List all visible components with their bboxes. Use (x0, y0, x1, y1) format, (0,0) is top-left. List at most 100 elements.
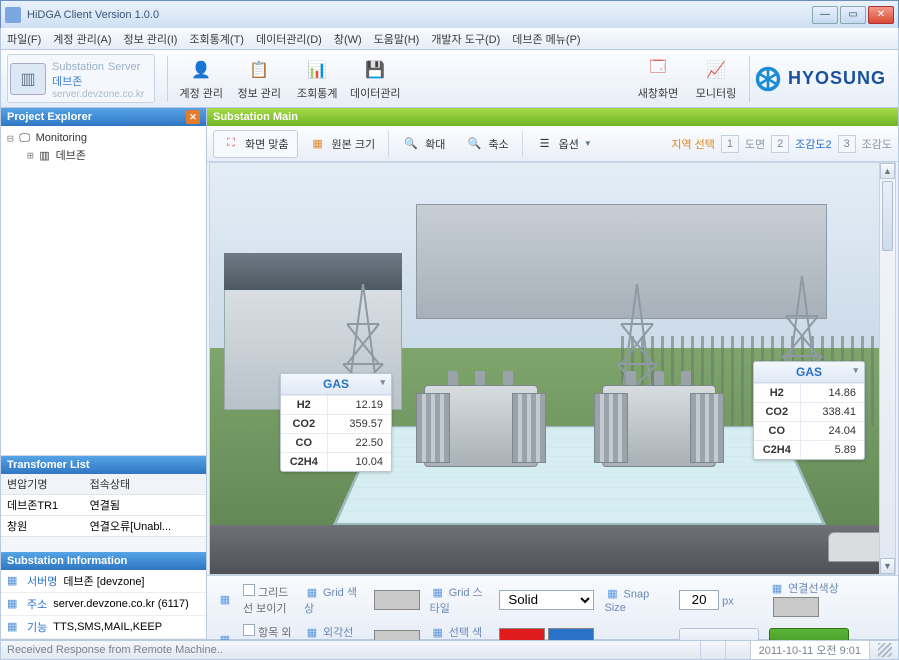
gas-panel-title: GAS (281, 374, 391, 395)
scroll-thumb[interactable] (882, 181, 893, 251)
transformer-list-header: Transfomer List (1, 456, 206, 474)
gas-row: H212.19 (281, 396, 391, 415)
status-seg (725, 641, 742, 659)
menu-file[interactable]: 파일(F) (7, 31, 41, 47)
toolbar-account-label: 계정 관리 (179, 85, 223, 101)
view-3-button[interactable]: 3 (838, 135, 856, 153)
table-row[interactable]: 데브존TR1 연결됨 (1, 495, 206, 516)
col-name: 변압기명 (1, 474, 84, 495)
table-row[interactable]: 창원 연결오류[Unabl... (1, 516, 206, 537)
substation-badge[interactable]: ▥ Substation Server 데브존 server.devzone.c… (7, 54, 155, 103)
menu-window[interactable]: 창(W) (334, 31, 362, 47)
menubar: 파일(F) 계정 관리(A) 정보 관리(I) 조회통계(T) 데이터관리(D)… (0, 28, 899, 50)
canvas-options-panel: ▦ 그리드 선 보이기 ▦ Grid 색상 ▦ Grid 스타일 Solid ▦… (207, 575, 898, 639)
table-header-row: 변압기명 접속상태 (1, 474, 206, 495)
toolbar-stats-label: 조회통계 (297, 85, 337, 101)
toolbar-account-button[interactable]: 👤 계정 관리 (172, 53, 230, 105)
monitor-icon: 📈 (702, 57, 730, 83)
badge-subtitle: Server (108, 61, 140, 73)
transformer-unit[interactable] (594, 367, 724, 467)
app-icon (5, 7, 21, 23)
substation-canvas[interactable]: GAS H212.19 CO2359.57 CO22.50 C2H410.04 … (209, 162, 896, 575)
grid-lines-checkbox[interactable] (243, 584, 255, 596)
toolbar-monitoring-button[interactable]: 📈 모니터링 (687, 53, 745, 105)
gas-row: CO2359.57 (281, 415, 391, 434)
info-icon: 📋 (245, 57, 273, 83)
substation-info-header: Substation Information (1, 552, 206, 570)
menu-data[interactable]: 데이터관리(D) (256, 31, 322, 47)
view-2-button[interactable]: 2 (771, 135, 789, 153)
substation-info: ▦ 서버명 데브존 [devzone] ▦ 주소 server.devzone.… (1, 570, 206, 639)
info-row-features: ▦ 기능 TTS,SMS,MAIL,KEEP (1, 616, 206, 639)
view-toolbar: ⛶ 화면 맞춤 ▦ 원본 크기 🔍 확대 🔍 축소 ☰ 옵션 ▼ (207, 126, 898, 162)
close-button[interactable]: ✕ (868, 6, 894, 24)
menu-account[interactable]: 계정 관리(A) (53, 31, 111, 47)
menu-help[interactable]: 도움말(H) (374, 31, 420, 47)
resize-grip[interactable] (878, 643, 892, 657)
view-1-button[interactable]: 1 (721, 135, 739, 153)
server-icon: ▥ (10, 63, 46, 95)
menu-info[interactable]: 정보 관리(I) (124, 31, 178, 47)
link-color-swatch[interactable] (773, 597, 819, 617)
toolbar-info-button[interactable]: 📋 정보 관리 (230, 53, 288, 105)
panel-close-button[interactable]: ✕ (186, 110, 200, 124)
menu-devzone[interactable]: 데브존 메뉴(P) (512, 31, 580, 47)
opt-icon: ▦ (430, 584, 446, 600)
options-icon: ☰ (536, 135, 554, 153)
gas-panel-title: GAS (754, 362, 864, 383)
address-icon: ▦ (7, 597, 21, 611)
transformer-unit[interactable] (416, 367, 546, 467)
left-sidebar: Project Explorer ✕ ⊟ 🖵 Monitoring ⊞ ▥ 데브… (1, 108, 207, 639)
zoom-out-icon: 🔍 (465, 135, 483, 153)
view-selector: 지역 선택 1 도면 2 조감도2 3 조감도 (671, 135, 892, 153)
main-header-title: Substation Main (213, 111, 298, 123)
project-explorer-title: Project Explorer (7, 111, 92, 123)
view-2-label[interactable]: 조감도2 (795, 136, 831, 152)
project-explorer-header: Project Explorer ✕ (1, 108, 206, 126)
info-row-address: ▦ 주소 server.devzone.co.kr (6117) (1, 593, 206, 616)
tree-root[interactable]: ⊟ 🖵 Monitoring (5, 130, 202, 146)
opt-icon: ▦ (304, 584, 320, 600)
zoom-in-icon: 🔍 (402, 135, 420, 153)
tree-child[interactable]: ⊞ ▥ 데브존 (5, 146, 202, 164)
brand-text: HYOSUNG (788, 68, 886, 89)
substation-info-title: Substation Information (7, 555, 127, 567)
menu-devtools[interactable]: 개발자 도구(D) (431, 31, 500, 47)
window-title: HiDGA Client Version 1.0.0 (27, 9, 812, 21)
substation-node-icon: ▥ (38, 148, 52, 162)
collapse-icon[interactable]: ⊟ (7, 132, 14, 145)
zoom-out-button[interactable]: 🔍 축소 (456, 130, 517, 158)
snap-size-input[interactable] (679, 590, 719, 610)
status-seg (700, 641, 717, 659)
toolbar-data-button[interactable]: 💾 데이터관리 (346, 53, 404, 105)
tree-child-label: 데브존 (56, 147, 86, 163)
zoom-in-button[interactable]: 🔍 확대 (393, 130, 454, 158)
grid-color-swatch[interactable] (374, 590, 420, 610)
maximize-button[interactable]: ▭ (840, 6, 866, 24)
scroll-down-button[interactable]: ▼ (880, 558, 895, 574)
grid-style-select[interactable]: Solid (499, 590, 594, 610)
status-message: Received Response from Remote Machine.. (7, 644, 223, 656)
gas-panel-right[interactable]: GAS H214.86 CO2338.41 CO24.04 C2H45.89 (753, 361, 865, 460)
original-size-button[interactable]: ▦ 원본 크기 (300, 130, 385, 158)
vertical-scrollbar[interactable]: ▲ ▼ (879, 163, 895, 574)
divider (749, 56, 750, 102)
minimize-button[interactable]: — (812, 6, 838, 24)
scroll-up-button[interactable]: ▲ (880, 163, 895, 179)
project-tree[interactable]: ⊟ 🖵 Monitoring ⊞ ▥ 데브존 (1, 126, 206, 456)
toolbar-newwindow-button[interactable]: 🗔 새창화면 (629, 53, 687, 105)
menu-stats[interactable]: 조회통계(T) (189, 31, 244, 47)
fit-screen-button[interactable]: ⛶ 화면 맞춤 (213, 130, 298, 158)
outline-checkbox[interactable] (243, 624, 255, 636)
tree-root-label: Monitoring (36, 132, 87, 144)
gas-row: CO22.50 (281, 434, 391, 453)
view-3-label[interactable]: 조감도 (862, 136, 892, 152)
toolbar-stats-button[interactable]: 📊 조회통계 (288, 53, 346, 105)
options-button[interactable]: ☰ 옵션 ▼ (527, 130, 601, 158)
link-color-label: 연결선색상 (788, 583, 839, 595)
gas-panel-left[interactable]: GAS H212.19 CO2359.57 CO22.50 C2H410.04 (280, 373, 392, 472)
view-1-label[interactable]: 도면 (745, 136, 765, 152)
expand-icon[interactable]: ⊞ (27, 149, 34, 162)
window-icon: 🗔 (644, 57, 672, 83)
toolbar-info-label: 정보 관리 (237, 85, 281, 101)
